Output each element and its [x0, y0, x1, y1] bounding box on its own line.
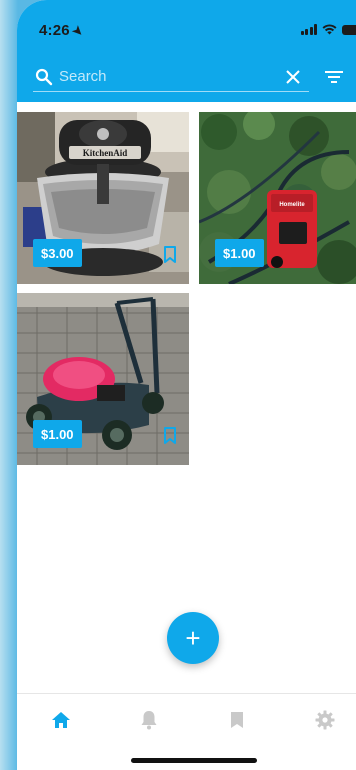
bell-icon	[141, 711, 157, 730]
bookmark-icon[interactable]	[163, 246, 177, 264]
tab-bar	[17, 693, 356, 743]
tab-home[interactable]	[49, 708, 73, 732]
phone-screen: 4:26➤ Search KitchenAid $3.00 Homelite $…	[17, 0, 356, 770]
gear-icon	[315, 710, 335, 730]
svg-text:KitchenAid: KitchenAid	[83, 148, 128, 158]
status-time: 4:26➤	[39, 22, 87, 40]
bookmark-icon	[231, 712, 243, 728]
tab-notifications[interactable]	[137, 708, 161, 732]
wifi-icon	[322, 24, 337, 35]
price-badge: $3.00	[33, 239, 82, 267]
close-icon[interactable]	[285, 69, 301, 85]
signal-icon	[300, 24, 317, 35]
tab-saved[interactable]	[225, 708, 249, 732]
search-field	[33, 62, 309, 92]
bookmark-icon[interactable]	[163, 427, 177, 445]
app-header: 4:26➤	[17, 0, 356, 102]
location-arrow-icon: ➤	[69, 22, 87, 40]
filter-icon[interactable]	[325, 70, 343, 84]
listing-card-pressure-washer[interactable]: Homelite $1.00	[199, 112, 356, 284]
listing-card-lawn-mower[interactable]: $1.00	[17, 293, 189, 465]
svg-text:Homelite: Homelite	[279, 202, 305, 208]
status-icons	[300, 24, 356, 35]
tab-settings[interactable]	[313, 708, 337, 732]
search-icon	[35, 68, 53, 86]
home-indicator	[131, 758, 257, 763]
plus-icon: +	[185, 622, 201, 653]
search-input[interactable]	[33, 62, 263, 91]
price-badge: $1.00	[33, 420, 82, 448]
price-badge: $1.00	[215, 239, 264, 267]
status-bar: 4:26➤	[17, 0, 356, 50]
add-listing-button[interactable]: +	[167, 612, 219, 664]
listing-card-mixer[interactable]: KitchenAid $3.00	[17, 112, 189, 284]
home-icon	[52, 712, 70, 728]
search-row	[33, 62, 343, 92]
time-text: 4:26	[39, 22, 70, 39]
battery-icon	[342, 24, 356, 35]
